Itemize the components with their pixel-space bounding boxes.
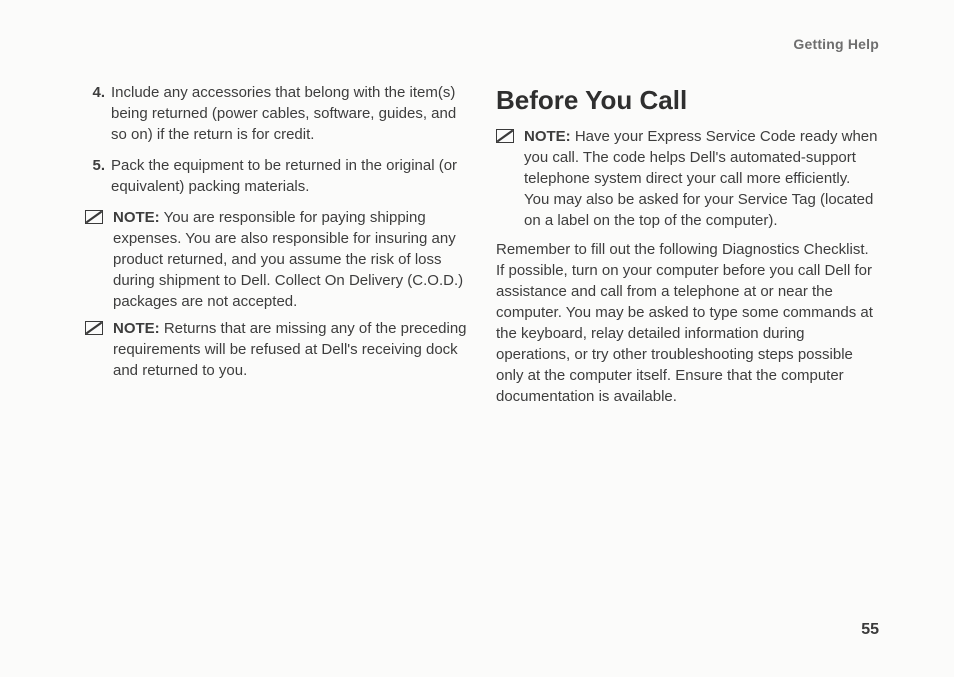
running-header: Getting Help (85, 36, 879, 52)
note-text: NOTE: Returns that are missing any of th… (113, 318, 468, 381)
note-label: NOTE: (113, 209, 160, 226)
list-item: 5. Pack the equipment to be returned in … (85, 155, 468, 197)
body-paragraph: Remember to fill out the following Diagn… (496, 239, 879, 407)
list-item: 4. Include any accessories that belong w… (85, 82, 468, 145)
section-heading: Before You Call (496, 82, 879, 118)
list-item-number: 5. (85, 155, 105, 197)
manual-page: Getting Help 4. Include any accessories … (0, 0, 954, 677)
note-block: NOTE: Have your Express Service Code rea… (496, 126, 879, 231)
note-label: NOTE: (113, 320, 160, 337)
note-block: NOTE: You are responsible for paying shi… (85, 207, 468, 312)
note-body-text: You are responsible for paying shipping … (113, 209, 463, 310)
note-body-text: Returns that are missing any of the prec… (113, 320, 467, 379)
note-text: NOTE: You are responsible for paying shi… (113, 207, 468, 312)
list-item-number: 4. (85, 82, 105, 145)
right-column: Before You Call NOTE: Have your Express … (496, 82, 879, 417)
note-body-text: Have your Express Service Code ready whe… (524, 128, 877, 229)
list-item-text: Include any accessories that belong with… (111, 82, 468, 145)
note-block: NOTE: Returns that are missing any of th… (85, 318, 468, 381)
left-column: 4. Include any accessories that belong w… (85, 82, 468, 417)
note-label: NOTE: (524, 128, 571, 145)
list-item-text: Pack the equipment to be returned in the… (111, 155, 468, 197)
note-text: NOTE: Have your Express Service Code rea… (524, 126, 879, 231)
note-icon (496, 126, 518, 231)
note-icon (85, 207, 107, 312)
two-column-layout: 4. Include any accessories that belong w… (85, 82, 879, 417)
note-icon (85, 318, 107, 381)
page-number: 55 (861, 621, 879, 639)
